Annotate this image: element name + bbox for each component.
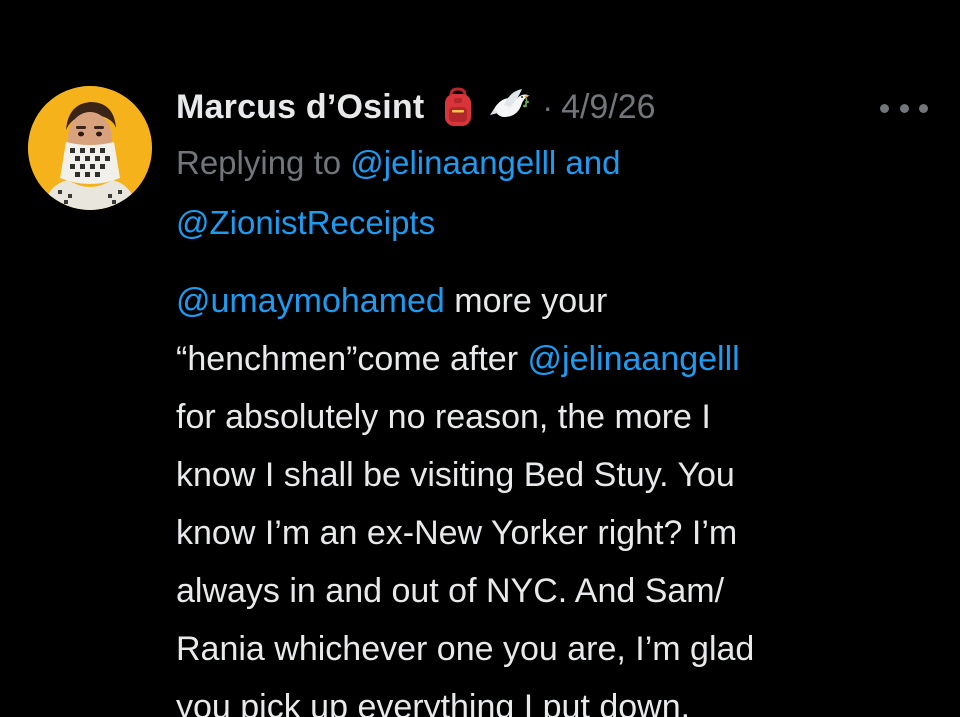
more-options-icon[interactable] (880, 96, 928, 120)
body-line-2: “henchmen”come after @jelinaangelll (176, 330, 936, 388)
reply-context-line-2: @ZionistReceipts (176, 204, 435, 242)
body-text-segment: “henchmen”come after (176, 340, 528, 378)
body-line-3: for absolutely no reason, the more I (176, 398, 711, 436)
reply-mention-zionistreceipts[interactable]: @ZionistReceipts (176, 204, 435, 241)
body-line-6: always in and out of NYC. And Sam/ (176, 572, 725, 610)
body-text-segment: more your (444, 282, 608, 320)
body-line-5: know I’m an ex-New Yorker right? I’m (176, 514, 738, 552)
tweet[interactable]: Marcus d’Osint · 4/9/26 Replying to @jel… (0, 0, 960, 717)
tweet-body: @umaymohamed more your “henchmen”come af… (176, 272, 936, 717)
reply-and-label: and (565, 144, 621, 181)
backpack-emoji-icon (436, 85, 480, 129)
body-mention-umaymohamed[interactable]: @umaymohamed (176, 282, 445, 320)
header-separator: · (542, 88, 554, 125)
avatar[interactable] (28, 86, 152, 210)
body-line-8: you pick up everything I put down. (176, 688, 691, 717)
author-display-name[interactable]: Marcus d’Osint (176, 88, 424, 127)
reply-mention-jelinaangelll[interactable]: @jelinaangelll (350, 144, 556, 181)
body-line-7: Rania whichever one you are, I’m glad (176, 630, 755, 668)
body-line-4: know I shall be visiting Bed Stuy. You (176, 456, 735, 494)
replying-to-label: Replying to (176, 144, 342, 181)
reply-context-line-1: Replying to @jelinaangelll and (176, 144, 620, 182)
body-mention-jelinaangelll[interactable]: @jelinaangelll (528, 340, 740, 378)
avatar-portrait-icon (28, 86, 152, 210)
tweet-date[interactable]: 4/9/26 (561, 88, 656, 127)
tweet-header: Marcus d’Osint · 4/9/26 (176, 82, 656, 132)
dove-emoji-icon (488, 85, 532, 129)
body-line-1: @umaymohamed more your (176, 272, 936, 330)
